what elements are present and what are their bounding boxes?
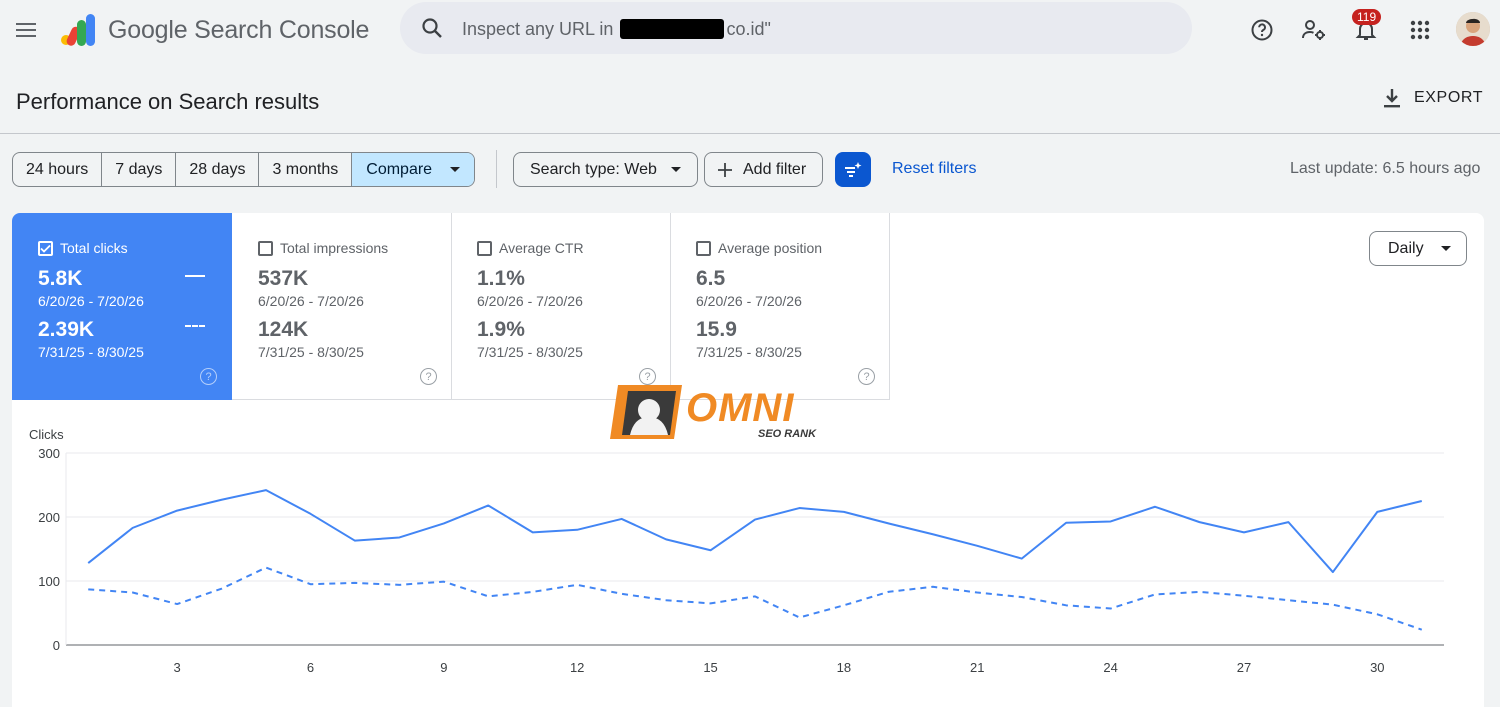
metric-average-position[interactable]: Average position 6.5 6/20/26 - 7/20/26 1…	[670, 213, 890, 400]
metric-average-ctr[interactable]: Average CTR 1.1% 6/20/26 - 7/20/26 1.9% …	[451, 213, 671, 400]
account-avatar[interactable]	[1456, 12, 1490, 46]
apps-grid-icon[interactable]	[1404, 14, 1436, 46]
metric-label: Average position	[718, 240, 823, 256]
metric-header: Average position	[696, 240, 822, 256]
clicks-line-chart: Clicks 0 100 200 300 3 6 9 12 15 18 21 24 27 30	[29, 427, 1444, 675]
plus-icon	[718, 162, 732, 177]
x-tick-label: 15	[703, 660, 717, 675]
range-28-days[interactable]: 28 days	[176, 153, 260, 186]
checkbox-unchecked-icon[interactable]	[477, 240, 492, 256]
redacted-domain	[620, 19, 725, 39]
search-type-dropdown[interactable]: Search type: Web	[513, 152, 698, 187]
x-tick-label: 3	[174, 660, 181, 675]
metric-range-previous: 7/31/25 - 8/30/25	[477, 344, 583, 360]
search-icon	[422, 18, 442, 38]
metric-value-current: 537K	[258, 267, 309, 290]
search-placeholder[interactable]: Inspect any URL in co.id"	[462, 19, 771, 40]
series-line-previous-period	[88, 566, 1423, 631]
x-tick-label: 24	[1103, 660, 1117, 675]
metric-header: Total impressions	[258, 240, 388, 256]
help-icon[interactable]: ?	[200, 368, 217, 385]
metric-total-impressions[interactable]: Total impressions 537K 6/20/26 - 7/20/26…	[232, 213, 452, 400]
metric-value-current: 5.8K	[38, 267, 83, 290]
metric-value-previous: 1.9%	[477, 318, 525, 341]
checkbox-unchecked-icon[interactable]	[258, 240, 273, 256]
chevron-down-icon	[670, 167, 681, 172]
help-icon[interactable]	[1246, 14, 1278, 46]
legend-dashed-line	[185, 325, 205, 327]
checkbox-unchecked-icon[interactable]	[696, 240, 711, 256]
x-tick-label: 18	[837, 660, 851, 675]
metric-value-previous: 124K	[258, 318, 309, 341]
export-button[interactable]: EXPORT	[1380, 86, 1483, 110]
search-suffix: co.id"	[726, 19, 771, 39]
metric-value-previous: 15.9	[696, 318, 737, 341]
granularity-label: Daily	[1388, 239, 1424, 257]
metric-range-current: 6/20/26 - 7/20/26	[696, 293, 802, 309]
range-7-days[interactable]: 7 days	[102, 153, 177, 186]
y-tick-label: 300	[38, 446, 60, 461]
range-3-months[interactable]: 3 months	[259, 153, 353, 186]
export-label: EXPORT	[1414, 89, 1484, 106]
search-console-logo	[61, 14, 95, 46]
notification-badge[interactable]: 119	[1352, 9, 1382, 25]
filter-sparkle-icon	[845, 161, 862, 177]
metric-header: Total clicks	[38, 240, 128, 256]
page-title: Performance on Search results	[16, 89, 320, 114]
x-tick-label: 30	[1370, 660, 1384, 675]
user-settings-icon[interactable]	[1298, 14, 1330, 46]
x-tick-label: 9	[440, 660, 447, 675]
chevron-down-icon	[1440, 246, 1451, 251]
metric-range-previous: 7/31/25 - 8/30/25	[38, 344, 144, 360]
x-tick-label: 12	[570, 660, 584, 675]
download-icon	[1384, 89, 1400, 108]
range-24-hours[interactable]: 24 hours	[13, 153, 103, 186]
y-tick-label: 100	[38, 574, 60, 589]
x-tick-label: 27	[1237, 660, 1251, 675]
metric-header: Average CTR	[477, 240, 584, 256]
legend-solid-line	[185, 275, 205, 277]
metric-range-previous: 7/31/25 - 8/30/25	[258, 344, 364, 360]
search-type-label: Search type: Web	[530, 160, 657, 178]
metric-value-current: 1.1%	[477, 267, 525, 290]
help-icon[interactable]: ?	[420, 368, 437, 385]
compare-dropdown[interactable]: Compare	[352, 153, 475, 186]
y-axis-label: Clicks	[29, 427, 64, 442]
filter-settings-button[interactable]	[835, 152, 871, 187]
metric-label: Total clicks	[60, 240, 128, 256]
last-update-text: Last update: 6.5 hours ago	[1290, 160, 1481, 177]
top-app-bar: Google Search Console Inspect any URL in…	[0, 0, 1500, 60]
performance-card: Total clicks 5.8K 6/20/26 - 7/20/26 2.39…	[12, 213, 1484, 707]
app-title[interactable]: Google Search Console	[108, 16, 369, 45]
granularity-dropdown[interactable]: Daily	[1369, 231, 1467, 266]
add-filter-button[interactable]: Add filter	[704, 152, 824, 187]
checkbox-checked-icon[interactable]	[38, 240, 53, 256]
y-tick-label: 200	[38, 510, 60, 525]
search-prefix: Inspect any URL in	[462, 19, 614, 39]
metric-range-current: 6/20/26 - 7/20/26	[258, 293, 364, 309]
x-tick-label: 21	[970, 660, 984, 675]
metric-total-clicks[interactable]: Total clicks 5.8K 6/20/26 - 7/20/26 2.39…	[12, 213, 232, 400]
metric-value-current: 6.5	[696, 267, 726, 290]
reset-filters-link[interactable]: Reset filters	[892, 160, 976, 178]
metric-range-previous: 7/31/25 - 8/30/25	[696, 344, 802, 360]
metric-label: Average CTR	[499, 240, 584, 256]
metric-range-current: 6/20/26 - 7/20/26	[38, 293, 144, 309]
date-range-selector: 24 hours 7 days 28 days 3 months Compare	[12, 152, 476, 187]
compare-label: Compare	[366, 160, 433, 178]
filter-divider	[496, 150, 497, 188]
metric-label: Total impressions	[280, 240, 389, 256]
header-divider	[0, 133, 1500, 134]
chevron-down-icon	[450, 167, 461, 172]
metric-range-current: 6/20/26 - 7/20/26	[477, 293, 583, 309]
y-tick-label: 0	[53, 638, 60, 653]
series-line-current-period	[87, 489, 1423, 574]
metric-value-previous: 2.39K	[38, 318, 95, 341]
add-filter-label: Add filter	[743, 160, 807, 178]
menu-icon[interactable]	[10, 14, 42, 46]
help-icon[interactable]: ?	[858, 368, 875, 385]
x-tick-label: 6	[307, 660, 314, 675]
url-inspect-search[interactable]: Inspect any URL in co.id"	[400, 2, 1192, 54]
